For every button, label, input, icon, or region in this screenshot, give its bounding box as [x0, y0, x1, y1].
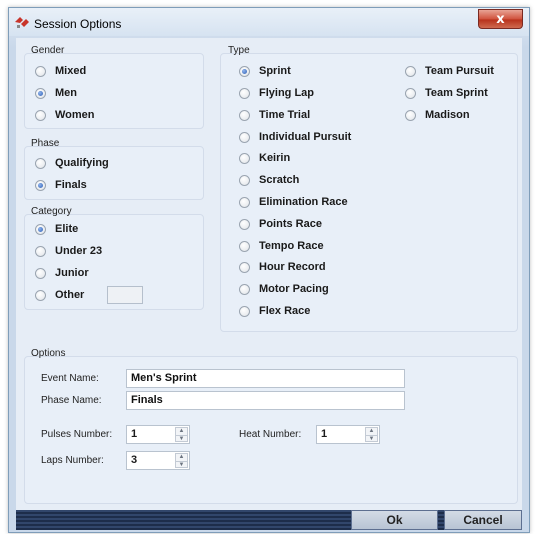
radio-button-icon: [405, 109, 416, 121]
type-madison-radio[interactable]: Madison: [405, 109, 470, 121]
radio-button-icon: [35, 157, 46, 169]
category-elite-radio[interactable]: Elite: [35, 223, 78, 235]
chevron-down-icon[interactable]: ▼: [176, 461, 187, 468]
radio-button-icon: [239, 283, 250, 295]
phase-name-input[interactable]: Finals: [126, 391, 405, 410]
type-keirin-radio[interactable]: Keirin: [239, 152, 290, 164]
radio-button-selected-icon: [35, 87, 46, 99]
category-other-radio[interactable]: Other: [35, 289, 84, 301]
pulses-stepper-arrows[interactable]: ▲ ▼: [175, 427, 188, 442]
phase-group-label: Phase: [31, 138, 60, 149]
radio-button-icon: [239, 305, 250, 317]
radio-button-icon: [405, 87, 416, 99]
type-time-trial-radio[interactable]: Time Trial: [239, 109, 310, 121]
ok-button[interactable]: Ok: [351, 510, 438, 530]
type-sprint-radio[interactable]: Sprint: [239, 65, 291, 77]
type-group-label: Type: [228, 45, 250, 56]
radio-button-icon: [239, 240, 250, 252]
chevron-up-icon[interactable]: ▲: [366, 428, 377, 435]
category-group-label: Category: [31, 206, 72, 217]
radio-button-icon: [239, 87, 250, 99]
dialog-body: Gender Mixed Men Women Phase Qualifying …: [16, 38, 522, 510]
pulses-number-stepper[interactable]: 1 ▲ ▼: [126, 425, 190, 444]
laps-number-value: 3: [131, 454, 138, 466]
close-button[interactable]: x: [478, 9, 523, 29]
laps-number-stepper[interactable]: 3 ▲ ▼: [126, 451, 190, 470]
session-options-dialog: Session Options x Gender Mixed Men Women…: [8, 7, 530, 533]
gender-women-radio[interactable]: Women: [35, 109, 95, 121]
title-bar[interactable]: Session Options x: [9, 8, 529, 36]
radio-button-selected-icon: [35, 179, 46, 191]
cancel-button[interactable]: Cancel: [444, 510, 522, 530]
radio-button-icon: [35, 289, 46, 301]
type-motor-pacing-radio[interactable]: Motor Pacing: [239, 283, 329, 295]
event-name-label: Event Name:: [41, 373, 99, 384]
radio-button-icon: [239, 152, 250, 164]
laps-number-label: Laps Number:: [41, 455, 104, 466]
phase-group: [24, 146, 204, 200]
phase-finals-radio[interactable]: Finals: [35, 179, 87, 191]
radio-button-icon: [35, 109, 46, 121]
type-team-sprint-radio[interactable]: Team Sprint: [405, 87, 488, 99]
type-flying-lap-radio[interactable]: Flying Lap: [239, 87, 314, 99]
phase-qualifying-radio[interactable]: Qualifying: [35, 157, 109, 169]
chevron-up-icon[interactable]: ▲: [176, 428, 187, 435]
radio-button-icon: [239, 218, 250, 230]
chevron-up-icon[interactable]: ▲: [176, 454, 187, 461]
heat-number-label: Heat Number:: [239, 429, 302, 440]
phase-name-label: Phase Name:: [41, 395, 102, 406]
heat-number-value: 1: [321, 428, 328, 440]
chevron-down-icon[interactable]: ▼: [176, 435, 187, 442]
pulses-number-label: Pulses Number:: [41, 429, 113, 440]
type-hour-record-radio[interactable]: Hour Record: [239, 261, 326, 273]
type-scratch-radio[interactable]: Scratch: [239, 174, 299, 186]
category-junior-radio[interactable]: Junior: [35, 267, 89, 279]
type-flex-race-radio[interactable]: Flex Race: [239, 305, 310, 317]
window-title: Session Options: [34, 17, 122, 31]
radio-button-icon: [35, 245, 46, 257]
type-tempo-race-radio[interactable]: Tempo Race: [239, 240, 324, 252]
radio-button-icon: [239, 109, 250, 121]
laps-stepper-arrows[interactable]: ▲ ▼: [175, 453, 188, 468]
type-individual-pursuit-radio[interactable]: Individual Pursuit: [239, 131, 351, 143]
close-icon: x: [496, 11, 505, 27]
heat-number-stepper[interactable]: 1 ▲ ▼: [316, 425, 380, 444]
radio-button-selected-icon: [239, 65, 250, 77]
event-name-input[interactable]: Men's Sprint: [126, 369, 405, 388]
heat-stepper-arrows[interactable]: ▲ ▼: [365, 427, 378, 442]
pulses-number-value: 1: [131, 428, 138, 440]
type-elimination-race-radio[interactable]: Elimination Race: [239, 196, 348, 208]
radio-button-icon: [405, 65, 416, 77]
gender-mixed-radio[interactable]: Mixed: [35, 65, 86, 77]
radio-button-icon: [239, 174, 250, 186]
type-points-race-radio[interactable]: Points Race: [239, 218, 322, 230]
button-bar: Ok Cancel: [16, 510, 522, 530]
radio-button-icon: [35, 267, 46, 279]
radio-button-icon: [35, 65, 46, 77]
category-under23-radio[interactable]: Under 23: [35, 245, 102, 257]
app-logo-icon: [15, 17, 29, 28]
radio-button-icon: [239, 131, 250, 143]
gender-men-radio[interactable]: Men: [35, 87, 77, 99]
radio-button-icon: [239, 196, 250, 208]
radio-button-selected-icon: [35, 223, 46, 235]
radio-button-icon: [239, 261, 250, 273]
chevron-down-icon[interactable]: ▼: [366, 435, 377, 442]
type-team-pursuit-radio[interactable]: Team Pursuit: [405, 65, 494, 77]
category-other-input[interactable]: [107, 286, 143, 304]
gender-group-label: Gender: [31, 45, 65, 56]
options-group-label: Options: [31, 348, 66, 359]
